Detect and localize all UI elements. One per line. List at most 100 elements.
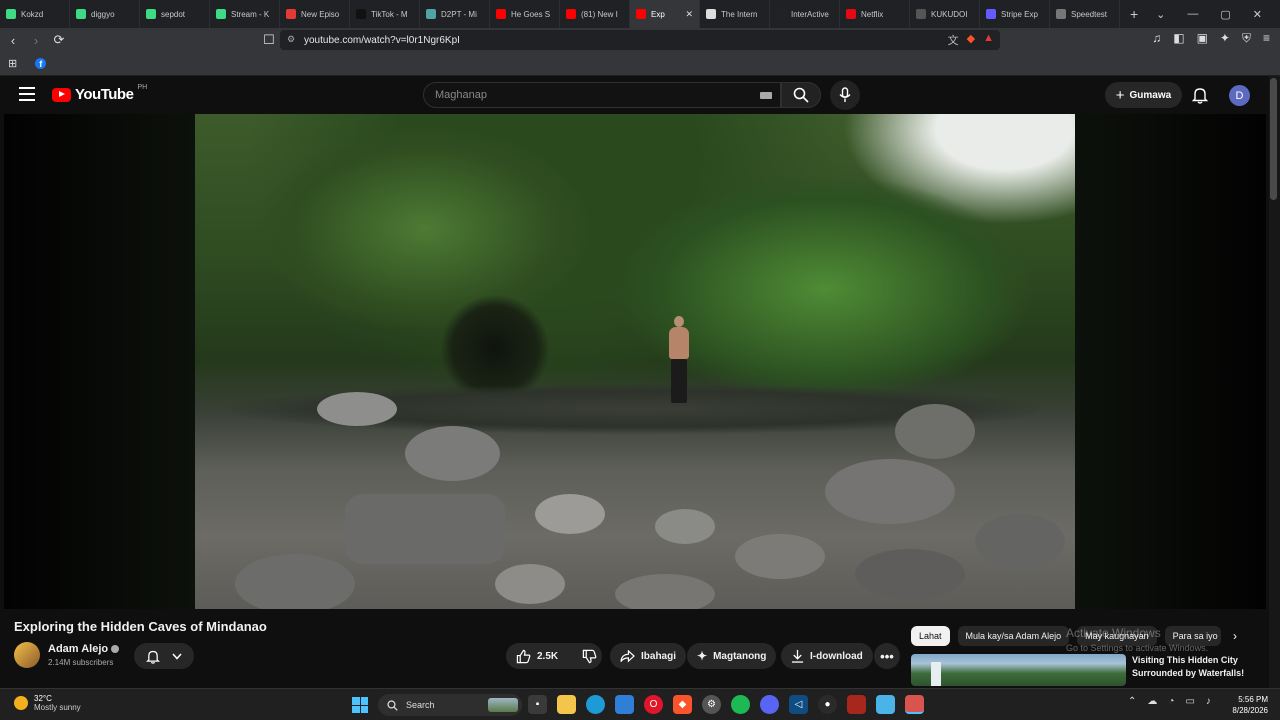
taskbar-search[interactable]: Search (378, 694, 522, 716)
browser-tab[interactable]: Stream - K (210, 0, 280, 28)
bookmark-icon[interactable]: ☐ (259, 30, 279, 50)
browser-toolbar: ‹ › ⟳ ☐ ⚙ youtube.com/watch?v=l0r1Ngr6Kp… (0, 28, 1280, 52)
search-button[interactable] (781, 82, 821, 108)
settings-icon[interactable]: ⚙ (702, 695, 721, 714)
rock (535, 494, 605, 534)
browser-tab[interactable]: Stripe Exp (980, 0, 1050, 28)
spotify-icon[interactable] (731, 695, 750, 714)
search-placeholder: Maghanap (435, 89, 487, 101)
like-button[interactable]: 2.5K (516, 649, 558, 664)
wallet-icon[interactable]: ▣ (1197, 31, 1208, 46)
menu-icon[interactable]: ≡ (1263, 31, 1270, 46)
vscode-icon[interactable]: ◁ (789, 695, 808, 714)
site-info-icon[interactable]: ⚙ (287, 34, 295, 45)
minimize-button[interactable]: — (1187, 8, 1198, 20)
more-actions-button[interactable]: ••• (874, 643, 900, 669)
back-button[interactable]: ‹ (3, 30, 23, 50)
video-player[interactable] (4, 114, 1266, 609)
browser-tab[interactable]: Kokzd (0, 0, 70, 28)
create-button[interactable]: + Gumawa (1105, 82, 1182, 108)
scrollbar-thumb[interactable] (1270, 78, 1277, 200)
brave-rewards-icon[interactable]: ▲ (983, 32, 994, 48)
ask-button[interactable]: ✦ Magtanong (687, 643, 777, 669)
subscriber-count: 2.14M subscribers (48, 658, 114, 667)
leo-ai-icon[interactable]: ✦ (1220, 31, 1230, 46)
sidebar-icon[interactable]: ◧ (1173, 31, 1184, 46)
browser-tab[interactable]: The Intern (700, 0, 770, 28)
browser-tab[interactable]: TikTok - M (350, 0, 420, 28)
subscription-notification-button[interactable] (134, 643, 194, 669)
vpn-icon[interactable]: ⛨ (1242, 31, 1251, 46)
rock (317, 392, 397, 426)
chip-all[interactable]: Lahat (911, 626, 950, 646)
new-tab-button[interactable]: + (1130, 6, 1138, 22)
browser-tab[interactable]: Exp ✕ (630, 0, 700, 28)
keyboard-icon[interactable] (760, 92, 772, 99)
tab-label: TikTok - M (371, 9, 408, 19)
steam-icon[interactable]: ● (818, 695, 837, 714)
browser-tab[interactable]: D2PT - Mi (420, 0, 490, 28)
notifications-button[interactable] (1191, 86, 1209, 109)
dislike-button[interactable] (582, 649, 597, 664)
guide-menu-icon[interactable] (19, 87, 35, 101)
edge-icon[interactable] (586, 695, 605, 714)
brave-icon[interactable]: ◆ (673, 695, 692, 714)
address-bar[interactable]: ⚙ youtube.com/watch?v=l0r1Ngr6KpI 文 ◆ ▲ (280, 30, 1000, 50)
opera-icon[interactable]: O (644, 695, 663, 714)
chevron-down-icon (172, 653, 182, 660)
system-clock[interactable]: 5:56 PM 8/28/2026 (1222, 694, 1268, 716)
volume-icon[interactable]: ♪ (1206, 696, 1211, 707)
facebook-bookmark-icon[interactable]: f (35, 58, 47, 69)
reload-button[interactable]: ⟳ (49, 30, 69, 50)
browser-tab[interactable]: Speedtest (1050, 0, 1120, 28)
browser-tab[interactable]: New Episo (280, 0, 350, 28)
video-frame[interactable] (195, 114, 1075, 609)
translate-icon[interactable]: 文 (948, 32, 959, 48)
share-button[interactable]: Ibahagi (610, 643, 687, 669)
store-icon[interactable] (615, 695, 634, 714)
chevron-right-icon[interactable]: › (1233, 629, 1237, 643)
channel-avatar[interactable] (14, 642, 40, 668)
more-horizontal-icon: ••• (880, 648, 894, 664)
recommended-video-title[interactable]: Visiting This Hidden City Surrounded by … (1132, 654, 1262, 680)
close-tab-icon[interactable]: ✕ (685, 9, 693, 20)
browser-tab[interactable]: diggyo (70, 0, 140, 28)
onedrive-icon[interactable]: ☁ (1147, 696, 1157, 707)
chevron-up-icon[interactable]: ⌃ (1128, 696, 1136, 707)
weather-widget[interactable]: 32°C Mostly sunny (14, 694, 81, 712)
recommended-video-thumbnail[interactable] (911, 654, 1126, 686)
browser-tab[interactable]: KUKUDOI (910, 0, 980, 28)
browser-tab[interactable]: Netflix (840, 0, 910, 28)
file-explorer-icon[interactable] (557, 695, 576, 714)
bookmarks-bar: ⊞ f (0, 52, 1280, 76)
apps-grid-icon[interactable]: ⊞ (8, 57, 17, 70)
explorer-figure (669, 316, 689, 406)
dota-icon[interactable] (847, 695, 866, 714)
youtube-logo[interactable]: YouTube PH (52, 84, 147, 103)
voice-search-button[interactable] (830, 80, 860, 110)
download-button[interactable]: I-download (781, 643, 873, 669)
brave-active-icon[interactable] (905, 695, 924, 714)
browser-tab[interactable]: InterActive (770, 0, 840, 28)
browser-tab[interactable]: sepdot (140, 0, 210, 28)
tab-search-icon[interactable]: ⌄ (1156, 8, 1165, 21)
browser-tab[interactable]: He Goes S (490, 0, 560, 28)
forward-button[interactable]: › (26, 30, 46, 50)
brave-shield-icon[interactable]: ◆ (967, 32, 975, 48)
discord-icon[interactable] (760, 695, 779, 714)
media-icon[interactable]: ♫ (1152, 31, 1161, 46)
maximize-button[interactable]: ▢ (1220, 8, 1230, 21)
rock (615, 574, 715, 609)
channel-name[interactable]: Adam Alejo (48, 643, 120, 655)
browser-tab[interactable]: (81) New I (560, 0, 630, 28)
close-window-button[interactable]: ✕ (1253, 8, 1262, 21)
notepad-icon[interactable] (876, 695, 895, 714)
display-icon[interactable]: ▭ (1185, 696, 1194, 707)
network-icon[interactable]: ◔ (1168, 696, 1174, 707)
windows-start-icon[interactable] (352, 697, 368, 713)
search-input[interactable]: Maghanap (423, 82, 781, 108)
rock (825, 459, 955, 524)
task-view-icon[interactable]: ▪ (528, 695, 547, 714)
account-avatar[interactable]: D (1229, 85, 1250, 106)
chip-from-channel[interactable]: Mula kay/sa Adam Alejo (957, 626, 1070, 646)
